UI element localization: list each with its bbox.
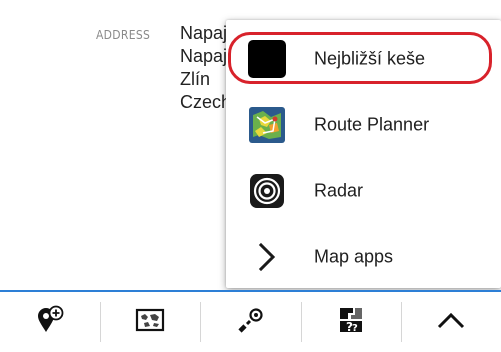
menu-item-label: Radar [314,180,364,201]
unknown-cache-button[interactable]: ? ? [300,292,401,352]
chevron-right-icon [247,237,287,277]
map-button[interactable] [100,292,200,352]
unknown-cache-icon: ? ? [337,305,365,340]
address-label: ADDRESS [96,28,151,42]
navigate-to-target-button[interactable] [200,292,300,352]
menu-item-label: Map apps [314,246,394,267]
menu-item-route-planner[interactable]: Route Planner [226,92,501,158]
menu-item-radar[interactable]: Radar [226,158,501,224]
overflow-menu: Nejbližší keše Route Planner Radar Map a… [226,20,501,288]
svg-text:?: ? [352,323,358,334]
more-actions-button[interactable] [400,292,501,352]
add-waypoint-icon [35,305,65,340]
navigate-to-target-icon [236,305,266,340]
menu-item-nejblizsi-kese[interactable]: Nejbližší keše [226,26,501,92]
radar-icon [247,171,287,211]
menu-item-label: Nejbližší keše [314,48,426,69]
menu-item-label: Route Planner [314,114,430,135]
route-planner-app-icon [247,105,287,145]
bottom-toolbar: ? ? [0,290,501,352]
black-square-icon [247,39,287,79]
chevron-up-icon [436,310,466,335]
add-waypoint-button[interactable] [0,292,100,352]
menu-item-map-apps[interactable]: Map apps [226,224,501,290]
map-icon [135,307,165,338]
